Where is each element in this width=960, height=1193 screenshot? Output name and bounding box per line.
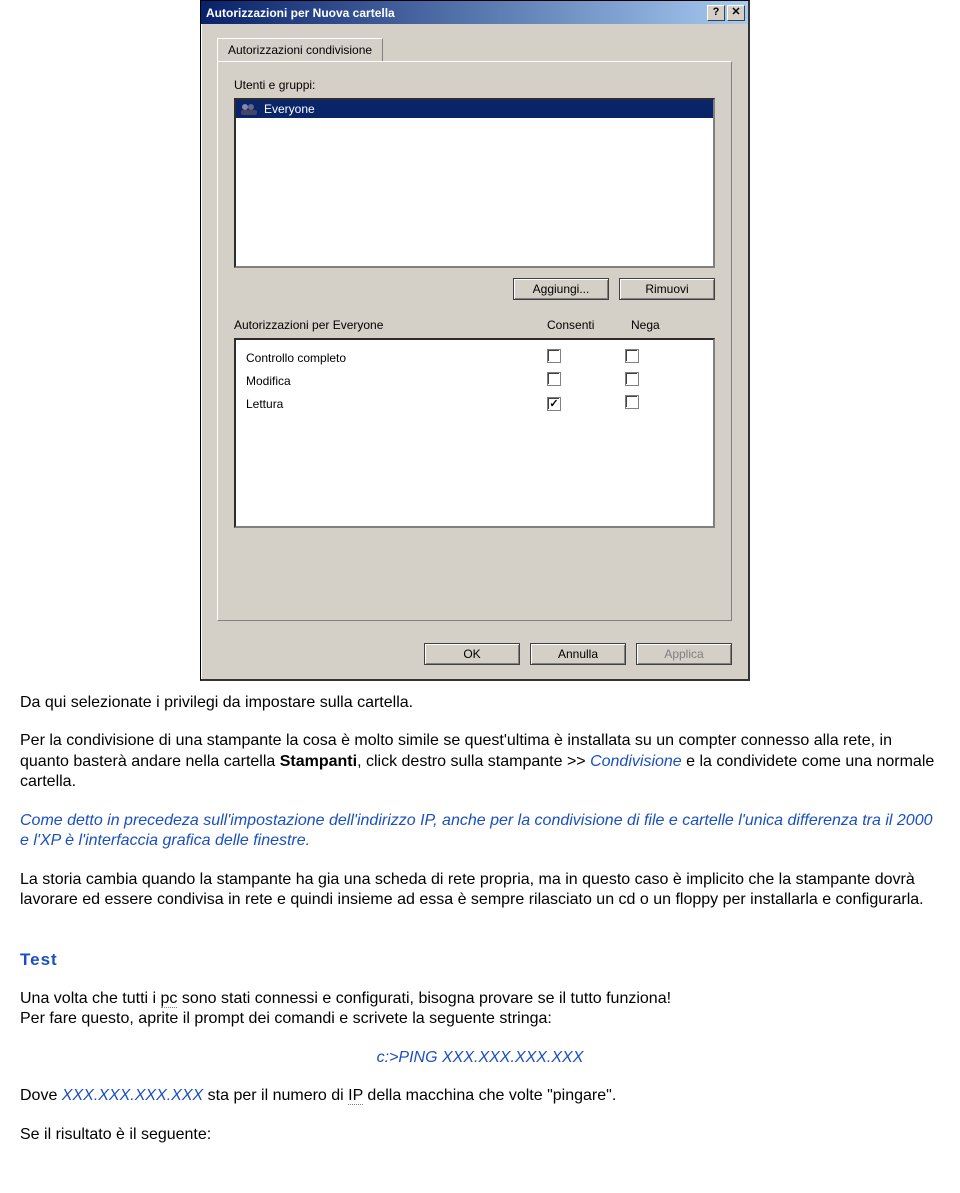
paragraph: Da qui selezionate i privilegi da impost… (20, 693, 940, 713)
paragraph: Per fare questo, aprite il prompt dei co… (20, 1009, 940, 1029)
group-icon (240, 102, 258, 116)
users-listbox[interactable]: Everyone (234, 98, 715, 268)
paragraph-note: Come detto in precedeza sull'impostazion… (20, 811, 940, 852)
help-icon: ? (713, 7, 720, 18)
condivisione-link: Condivisione (590, 753, 682, 770)
ip-placeholder: XXX.XXX.XXX.XXX (62, 1087, 203, 1104)
deny-checkbox-modify[interactable] (625, 372, 639, 386)
perm-label: Modifica (246, 374, 547, 388)
paragraph: Una volta che tutti i pc sono stati conn… (20, 989, 940, 1009)
deny-checkbox-full[interactable] (625, 349, 639, 363)
allow-checkbox-modify[interactable] (547, 372, 561, 386)
list-item-label: Everyone (264, 102, 315, 116)
section-heading-test: Test (20, 949, 940, 971)
users-groups-label: Utenti e gruppi: (234, 78, 715, 92)
remove-button[interactable]: Rimuovi (619, 278, 715, 300)
allow-checkbox-read[interactable] (547, 397, 561, 411)
cancel-button[interactable]: Annulla (530, 643, 626, 665)
pc-term: pc (161, 990, 178, 1008)
paragraph: Se il risultato è il seguente: (20, 1125, 940, 1145)
close-icon: ✕ (731, 7, 740, 18)
perm-row-read: Lettura (246, 392, 703, 415)
add-button[interactable]: Aggiungi... (513, 278, 609, 300)
titlebar: Autorizzazioni per Nuova cartella ? ✕ (201, 1, 748, 24)
paragraph: Dove XXX.XXX.XXX.XXX sta per il numero d… (20, 1086, 940, 1106)
paragraph: Per la condivisione di una stampante la … (20, 731, 940, 792)
apply-button[interactable]: Applica (636, 643, 732, 665)
permissions-listbox: Controllo completo Modifica Lettura (234, 338, 715, 528)
article-body: Da qui selezionate i privilegi da impost… (0, 681, 960, 1193)
dialog-title: Autorizzazioni per Nuova cartella (204, 6, 707, 20)
allow-checkbox-full[interactable] (547, 349, 561, 363)
ok-button[interactable]: OK (424, 643, 520, 665)
close-button[interactable]: ✕ (727, 5, 745, 21)
permissions-for-label: Autorizzazioni per Everyone (234, 318, 547, 332)
help-button[interactable]: ? (707, 5, 725, 21)
perm-row-modify: Modifica (246, 369, 703, 392)
stampanti-bold: Stampanti (280, 753, 357, 770)
paragraph: La storia cambia quando la stampante ha … (20, 870, 940, 911)
command-text: c:>PING XXX.XXX.XXX.XXX (20, 1048, 940, 1068)
permissions-dialog: Autorizzazioni per Nuova cartella ? ✕ Au… (200, 0, 750, 681)
perm-row-full-control: Controllo completo (246, 346, 703, 369)
tab-panel: Utenti e gruppi: Everyone Aggiungi... Ri… (217, 61, 732, 621)
allow-header: Consenti (547, 318, 631, 332)
perm-label: Lettura (246, 397, 547, 411)
perm-label: Controllo completo (246, 351, 547, 365)
ip-term: IP (348, 1087, 363, 1105)
deny-checkbox-read[interactable] (625, 395, 639, 409)
tab-share-permissions[interactable]: Autorizzazioni condivisione (217, 38, 383, 61)
list-item-everyone[interactable]: Everyone (236, 100, 713, 118)
deny-header: Nega (631, 318, 715, 332)
